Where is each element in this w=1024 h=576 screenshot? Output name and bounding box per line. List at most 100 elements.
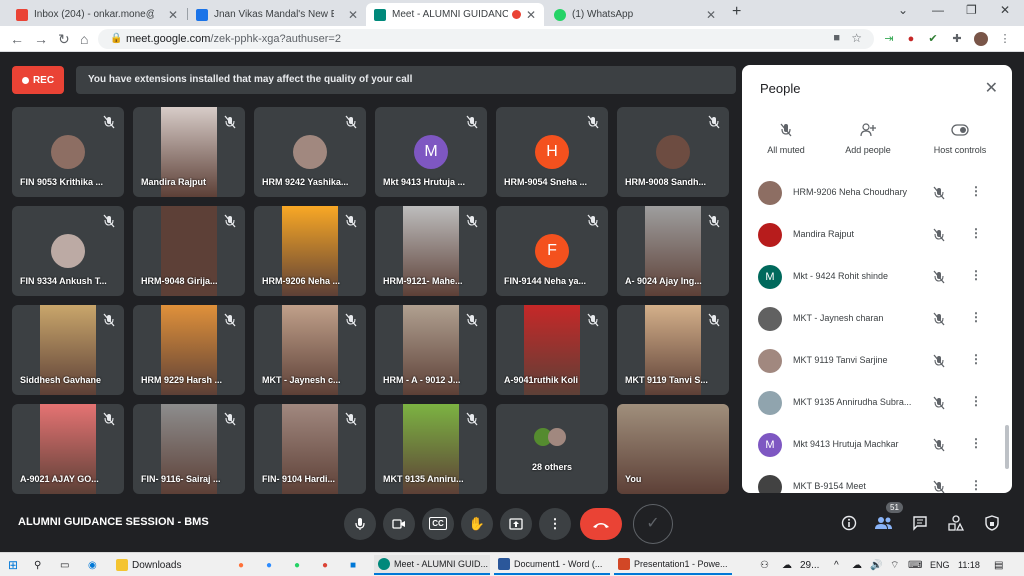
captions-button[interactable]: CC <box>422 508 454 540</box>
home-icon[interactable]: ⌂ <box>80 31 88 47</box>
app-icon[interactable]: ■ <box>350 557 356 573</box>
more-vert-icon[interactable]: ⋮ <box>970 226 982 240</box>
people-tray-icon[interactable]: ⚇ <box>760 557 769 573</box>
profile-avatar[interactable] <box>974 32 988 46</box>
tab-whatsapp[interactable]: (1) WhatsApp ✕ <box>546 3 724 26</box>
participant-tile[interactable]: FIN- 9116- Sairaj ... <box>133 404 245 494</box>
participant-tile[interactable]: HRM-9121- Mahe... <box>375 206 487 296</box>
participant-tile[interactable]: MKT 9135 Anniru... <box>375 404 487 494</box>
close-panel-icon[interactable]: ✕ <box>985 78 998 98</box>
weather-icon[interactable]: ☁ <box>782 557 792 573</box>
activities-icon[interactable] <box>945 512 967 534</box>
extension-red-icon[interactable]: ● <box>904 32 918 46</box>
people-icon[interactable] <box>873 512 895 534</box>
extension-check-icon[interactable]: ✔ <box>926 32 940 46</box>
volume-icon[interactable]: 🔊 <box>870 557 882 573</box>
more-options-button[interactable]: ⋮ <box>539 508 571 540</box>
close-window-button[interactable]: ✕ <box>1000 3 1010 17</box>
tab-meet[interactable]: Meet - ALUMNI GUIDANCE ✕ <box>366 3 544 26</box>
mic-off-icon[interactable] <box>932 438 946 452</box>
participant-tile[interactable]: HRM-9048 Girija... <box>133 206 245 296</box>
more-vert-icon[interactable]: ⋮ <box>970 436 982 450</box>
host-controls-button[interactable]: Host controls <box>916 123 1004 155</box>
mic-off-icon[interactable] <box>932 480 946 493</box>
participant-tile[interactable]: Siddhesh Gavhane <box>12 305 124 395</box>
extensions-puzzle-icon[interactable]: ✚ <box>950 32 964 46</box>
participant-row[interactable]: MKT 9135 Annirudha Subra... ⋮ <box>742 383 1004 425</box>
taskbar-app-word[interactable]: Document1 - Word (... <box>494 555 610 575</box>
participant-tile[interactable]: HRM-9206 Neha ... <box>254 206 366 296</box>
participant-tile[interactable]: HRM 9229 Harsh ... <box>133 305 245 395</box>
meeting-info-icon[interactable] <box>838 512 860 534</box>
more-vert-icon[interactable]: ⋮ <box>970 394 982 408</box>
tab-gmail[interactable]: Inbox (204) - onkar.mone@jnanv ✕ <box>8 3 186 26</box>
participant-tile[interactable]: M Mkt 9413 Hrutuja ... <box>375 107 487 197</box>
mute-all-button[interactable]: All muted <box>742 123 830 155</box>
participant-tile[interactable]: H HRM-9054 Sneha ... <box>496 107 608 197</box>
more-vert-icon[interactable]: ⋮ <box>970 478 982 492</box>
present-button[interactable] <box>500 508 532 540</box>
reload-icon[interactable]: ↻ <box>58 31 70 48</box>
add-people-button[interactable]: Add people <box>824 123 912 155</box>
whatsapp-taskbar-icon[interactable]: ● <box>294 557 300 573</box>
wifi-icon[interactable]: ⌔ <box>890 557 899 573</box>
chrome-taskbar-icon[interactable]: ● <box>322 557 328 573</box>
participant-row[interactable]: MKT 9119 Tanvi Sarjine ⋮ <box>742 341 1004 383</box>
zoom-icon[interactable]: ● <box>266 557 272 573</box>
search-icon[interactable]: ⚲ <box>34 557 41 573</box>
back-icon[interactable]: ← <box>10 31 24 47</box>
mic-button[interactable] <box>344 508 376 540</box>
language-indicator[interactable]: ENG <box>930 557 950 573</box>
host-shield-icon[interactable] <box>981 512 1003 534</box>
mic-off-icon[interactable] <box>932 312 946 326</box>
activity-check-icon[interactable]: ✓ <box>633 504 673 544</box>
url-bar[interactable]: 🔒 meet.google.com/zek-pphk-xga?authuser=… <box>98 29 874 49</box>
minimize-button[interactable]: — <box>932 3 944 17</box>
participant-tile[interactable]: Mandira Rajput <box>133 107 245 197</box>
camera-button[interactable] <box>383 508 415 540</box>
taskbar-app-meet[interactable]: Meet - ALUMNI GUID... <box>374 555 490 575</box>
tray-chevron-icon[interactable]: ^ <box>834 557 839 573</box>
mic-off-icon[interactable] <box>932 396 946 410</box>
participant-tile[interactable]: FIN 9334 Ankush T... <box>12 206 124 296</box>
taskbar-app-powerpoint[interactable]: Presentation1 - Powe... <box>614 555 732 575</box>
more-vert-icon[interactable]: ⋮ <box>970 268 982 282</box>
keyboard-icon[interactable]: ⌨ <box>908 557 922 573</box>
lock-icon[interactable]: 🔒 <box>110 33 122 44</box>
bookmark-star-icon[interactable]: ☆ <box>851 31 862 45</box>
onedrive-icon[interactable]: ☁ <box>852 557 862 573</box>
participant-tile[interactable]: 28 others <box>496 404 608 494</box>
participant-row[interactable]: M Mkt - 9424 Rohit shinde ⋮ <box>742 257 1004 299</box>
close-tab-icon[interactable]: ✕ <box>348 8 358 22</box>
more-vert-icon[interactable]: ⋮ <box>970 184 982 198</box>
mic-off-icon[interactable] <box>932 186 946 200</box>
firefox-icon[interactable]: ● <box>238 557 244 573</box>
participant-tile[interactable]: MKT 9119 Tanvi S... <box>617 305 729 395</box>
recording-badge[interactable]: REC <box>12 66 64 94</box>
participant-tile[interactable]: You <box>617 404 729 494</box>
new-tab-button[interactable]: + <box>732 3 741 21</box>
mic-off-icon[interactable] <box>932 270 946 284</box>
chat-icon[interactable] <box>909 512 931 534</box>
close-tab-icon[interactable]: ✕ <box>706 8 716 22</box>
participant-tile[interactable]: HRM 9242 Yashika... <box>254 107 366 197</box>
participant-tile[interactable]: F FIN-9144 Neha ya... <box>496 206 608 296</box>
forward-icon[interactable]: → <box>34 31 48 47</box>
downloads-folder-button[interactable]: Downloads <box>116 557 181 573</box>
tab-search-icon[interactable]: ⌄ <box>898 3 908 17</box>
more-vert-icon[interactable]: ⋮ <box>970 352 982 366</box>
close-tab-icon[interactable]: ✕ <box>526 8 536 22</box>
participant-row[interactable]: MKT B-9154 Meet ⋮ <box>742 467 1004 493</box>
edge-icon[interactable]: ◉ <box>88 557 97 573</box>
mic-off-icon[interactable] <box>932 228 946 242</box>
participant-row[interactable]: HRM-9206 Neha Choudhary ⋮ <box>742 173 1004 215</box>
windows-start-icon[interactable]: ⊞ <box>8 557 18 573</box>
panel-scrollbar[interactable] <box>1005 425 1009 469</box>
participant-tile[interactable]: HRM-9008 Sandh... <box>617 107 729 197</box>
participant-tile[interactable]: A- 9024 Ajay Ing... <box>617 206 729 296</box>
more-vert-icon[interactable]: ⋮ <box>970 310 982 324</box>
notifications-icon[interactable]: ▤ <box>994 557 1003 573</box>
restore-button[interactable]: ❐ <box>966 3 977 17</box>
browser-menu-icon[interactable]: ⋮ <box>998 32 1012 46</box>
participant-tile[interactable]: HRM - A - 9012 J... <box>375 305 487 395</box>
